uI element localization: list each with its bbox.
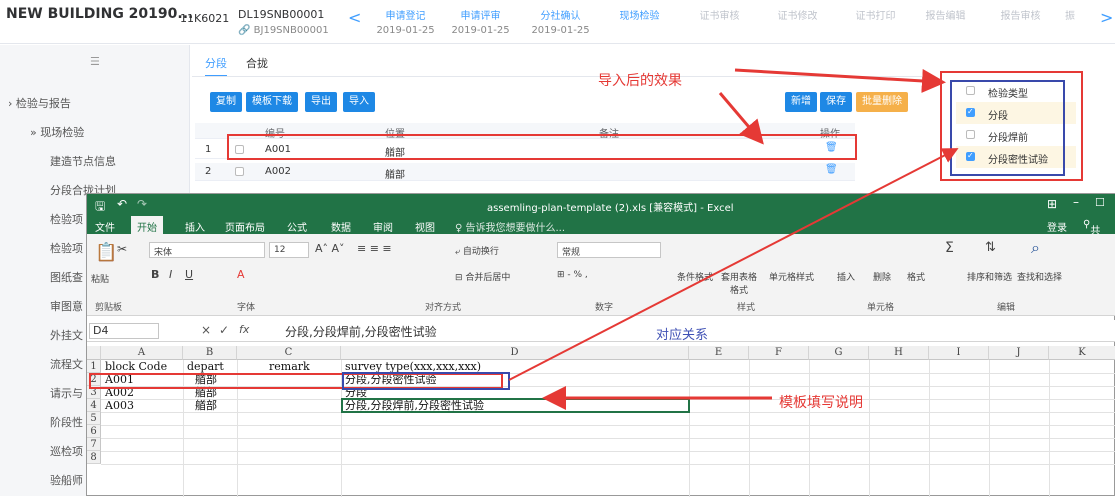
arrow-to-panel [734,68,946,93]
arrow-mapping [508,148,959,381]
annotation-arrows [508,68,959,410]
arrow-to-row [718,92,764,145]
